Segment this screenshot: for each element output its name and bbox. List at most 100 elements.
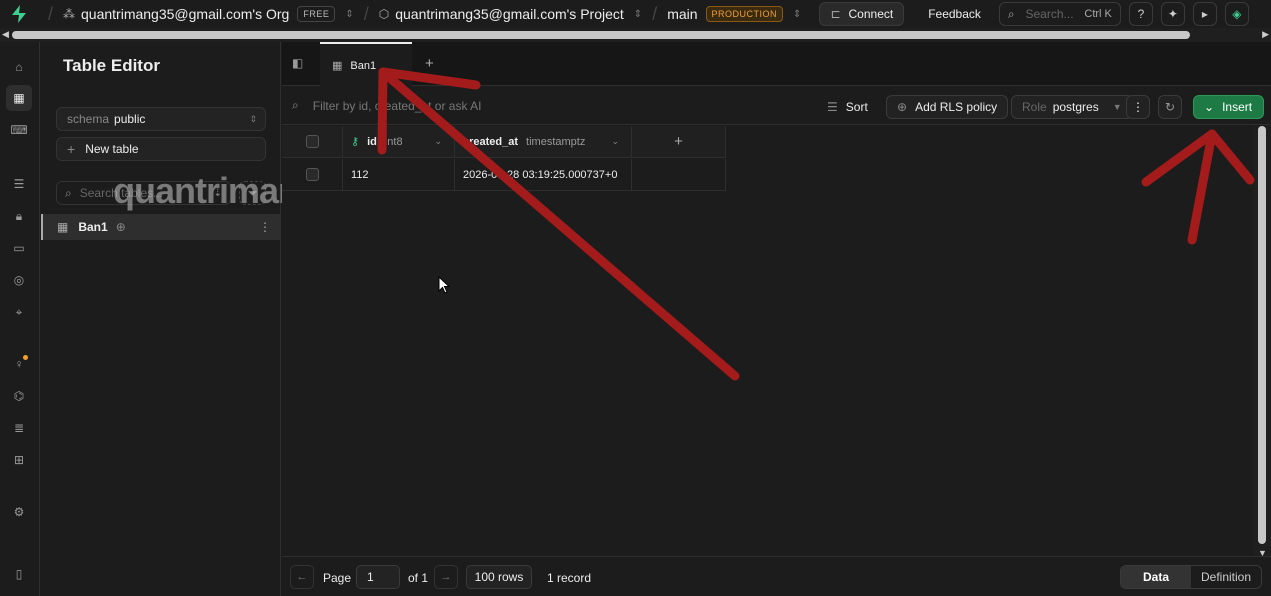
previous-page-button[interactable]: ← — [290, 565, 314, 589]
tab-ban1[interactable]: ▦ Ban1 — [320, 42, 412, 87]
insert-label: Insert — [1222, 100, 1253, 114]
chevron-updown-icon: ⇕ — [345, 8, 354, 20]
search-icon: ⌕ — [65, 185, 72, 200]
sort-button[interactable]: ☰ Sort — [817, 95, 878, 119]
notification-dot — [23, 355, 28, 360]
storage-folder-icon[interactable]: ▭ — [6, 235, 32, 261]
rows-per-page-selector[interactable]: 100 rows — [466, 565, 532, 589]
row-checkbox[interactable] — [305, 168, 319, 181]
refresh-icon: ↻ — [1164, 100, 1176, 114]
primary-key-icon: ⚷ — [351, 136, 360, 148]
branch-selector[interactable]: main PRODUCTION ⇕ — [667, 6, 801, 22]
connect-label: Connect — [848, 7, 894, 21]
column-header-id[interactable]: ⚷ id int8 ⌄ — [343, 126, 455, 158]
breadcrumb-separator: / — [652, 3, 658, 24]
chevron-down-icon[interactable]: ⌄ — [434, 136, 442, 147]
page-label: Page — [323, 571, 352, 585]
select-all-header — [282, 126, 343, 158]
new-table-button[interactable]: + New table — [56, 137, 266, 161]
plus-circle-icon: ⊕ — [897, 100, 908, 114]
auth-lock-icon[interactable]: 🔒︎ — [6, 203, 32, 229]
chevron-updown-icon: ⇕ — [793, 8, 802, 20]
project-name: quantrimang35@gmail.com's Project — [395, 6, 624, 22]
next-page-button[interactable]: → — [434, 565, 458, 589]
chevron-down-icon: ▼ — [1112, 102, 1122, 112]
integrations-icon[interactable]: ⊞ — [6, 447, 32, 473]
project-selector[interactable]: ⬡ quantrimang35@gmail.com's Project ⇕ — [379, 6, 642, 22]
terminal-icon[interactable]: ▸ — [1192, 2, 1217, 26]
vertical-scrollbar[interactable]: ▼ — [1254, 126, 1271, 558]
horizontal-scrollbar[interactable]: ◀ ▶ — [0, 28, 1271, 42]
scroll-left-icon[interactable]: ◀ — [2, 29, 9, 40]
record-count: 1 record — [547, 571, 592, 585]
edge-functions-icon[interactable]: ⌖ — [6, 299, 32, 325]
refresh-button[interactable]: ↻ — [1158, 95, 1182, 119]
chevron-down-icon: ⌄ — [1204, 100, 1215, 114]
arrow-right-icon: → — [440, 571, 452, 583]
help-icon[interactable]: ? — [1128, 2, 1153, 26]
add-tab-icon[interactable]: + — [425, 55, 434, 72]
arrow-left-icon: ← — [296, 571, 308, 583]
feedback-button[interactable]: Feedback — [928, 7, 981, 21]
insert-button[interactable]: ⌄ Insert — [1193, 95, 1264, 119]
sidebar-item-ban1[interactable]: ▦ Ban1 ⊕ ⋮ — [41, 214, 281, 240]
more-actions-button[interactable]: ⋮ — [1126, 95, 1150, 119]
role-value: postgres — [1052, 100, 1099, 114]
reports-telescope-icon[interactable]: ⌬ — [6, 383, 32, 409]
settings-gear-icon[interactable]: ⚙ — [6, 499, 32, 525]
more-options-icon[interactable]: ⋮ — [259, 220, 271, 234]
page-number-input[interactable]: 1 — [356, 565, 400, 589]
column-type: timestamptz — [526, 135, 586, 148]
sidebar-toggle-icon[interactable]: ▯ — [6, 561, 32, 587]
add-column-button[interactable]: + — [632, 126, 726, 158]
search-icon: ⌕ — [1007, 6, 1015, 21]
filter-placeholder: Filter by id, created_at or ask AI — [312, 98, 482, 113]
connect-button[interactable]: ⊏ Connect — [819, 2, 905, 26]
table-cell-id[interactable]: 112 — [343, 159, 455, 191]
top-bar: / ⁂ quantrimang35@gmail.com's Org FREE ⇕… — [0, 0, 1271, 28]
advisors-lightbulb-icon[interactable]: ♀ — [6, 351, 32, 377]
logs-list-icon[interactable]: ≣ — [6, 415, 32, 441]
assistant-icon[interactable]: ◈ — [1224, 2, 1249, 26]
org-selector[interactable]: ⁂ quantrimang35@gmail.com's Org FREE ⇕ — [63, 6, 354, 22]
tab-bar: ◧ ▦ Ban1 + — [282, 42, 1271, 87]
rls-label: Add RLS policy — [915, 100, 998, 114]
supabase-logo-icon[interactable] — [0, 5, 38, 23]
search-icon: ⌕ — [292, 98, 299, 112]
database-icon[interactable]: ☰ — [6, 171, 32, 197]
scrollbar-thumb[interactable] — [1258, 126, 1266, 544]
role-selector[interactable]: Role postgres ▼ — [1011, 95, 1133, 119]
chevron-down-icon[interactable]: ⌄ — [611, 136, 619, 147]
plan-badge: FREE — [297, 6, 336, 22]
schema-selector[interactable]: schema public ⇕ — [56, 107, 266, 131]
schema-value: public — [114, 112, 146, 126]
column-name: created_at — [463, 135, 519, 148]
home-icon[interactable]: ⌂ — [6, 54, 32, 80]
select-all-checkbox[interactable] — [305, 135, 319, 148]
filter-input[interactable]: ⌕ Filter by id, created_at or ask AI — [292, 98, 481, 113]
scroll-right-icon[interactable]: ▶ — [1262, 29, 1269, 40]
collapse-sidebar-icon[interactable]: ◧ — [292, 56, 303, 70]
row-select-cell — [282, 159, 343, 191]
search-shortcut: Ctrl K — [1084, 8, 1112, 20]
sort-label: Sort — [845, 100, 868, 114]
tab-definition[interactable]: Definition — [1191, 566, 1261, 588]
plus-icon: + — [67, 141, 76, 157]
sql-editor-icon[interactable]: ⌨ — [6, 117, 32, 143]
chevron-updown-icon: ⇕ — [249, 113, 257, 124]
add-rls-policy-button[interactable]: ⊕ Add RLS policy — [886, 95, 1009, 119]
column-header-created-at[interactable]: created_at timestamptz ⌄ — [455, 126, 632, 158]
nav-rail: ⌂ ▦ ⌨ ☰ 🔒︎ ▭ ◎ ⌖ ♀ ⌬ ≣ ⊞ ⚙ ▯ — [0, 42, 40, 596]
scrollbar-thumb[interactable] — [12, 31, 1190, 39]
lightbulb-icon[interactable]: ✦ — [1160, 2, 1185, 26]
role-label: Role — [1022, 100, 1047, 114]
global-search[interactable]: ⌕ Search... Ctrl K — [998, 2, 1121, 26]
grid-footer: ← Page 1 of 1 → 100 rows 1 record Data D… — [282, 556, 1271, 596]
table-editor-icon[interactable]: ▦ — [6, 85, 32, 111]
table-cell-empty — [632, 159, 726, 191]
table-cell-created-at[interactable]: 2026-05-28 03:19:25.000737+0 — [455, 159, 632, 191]
project-box-icon: ⬡ — [378, 7, 390, 21]
column-name: id — [367, 135, 377, 148]
realtime-icon[interactable]: ◎ — [6, 267, 32, 293]
tab-data[interactable]: Data — [1121, 566, 1191, 588]
